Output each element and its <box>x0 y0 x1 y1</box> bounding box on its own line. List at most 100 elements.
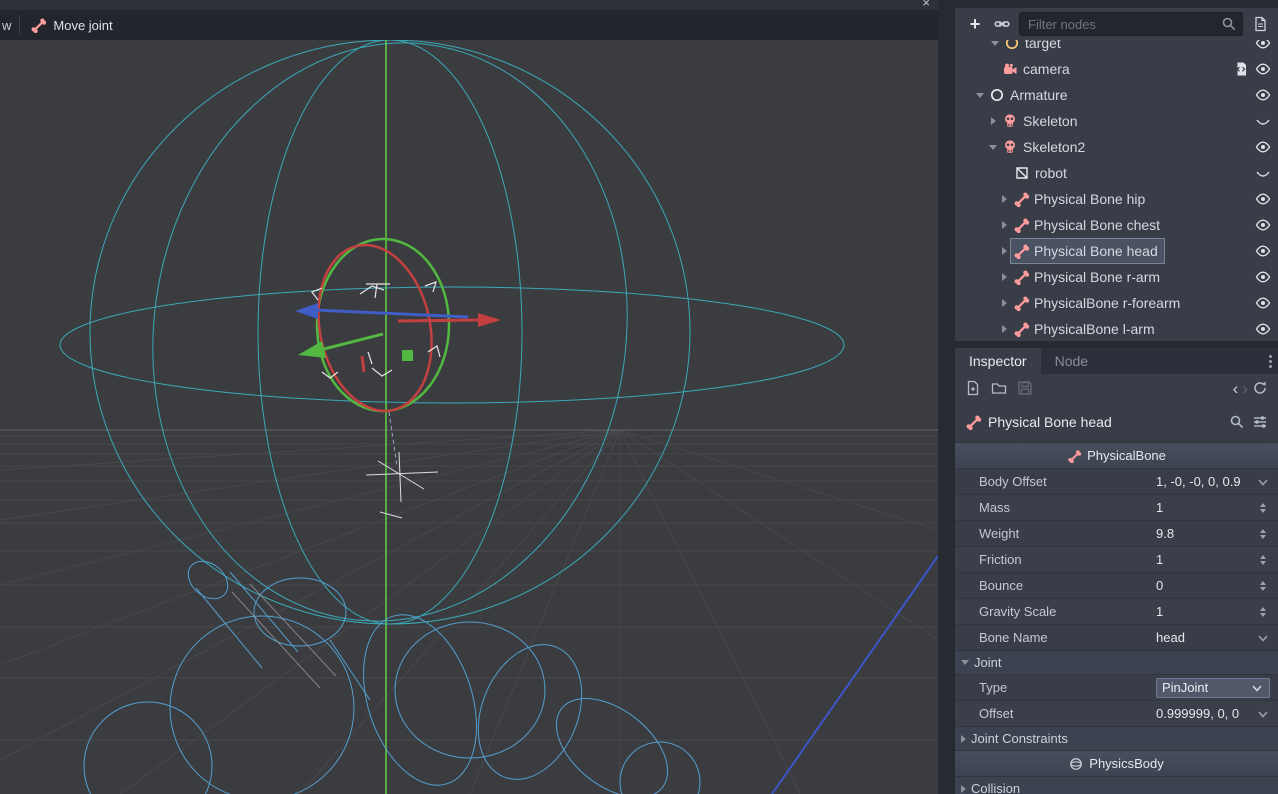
tree-row-physical-bone-head[interactable]: Physical Bone head <box>955 238 1278 264</box>
new-resource-button[interactable] <box>965 380 981 396</box>
dropdown-value: PinJoint <box>1162 680 1250 695</box>
attach-script-button[interactable] <box>1250 14 1270 34</box>
instance-scene-button[interactable] <box>992 14 1012 34</box>
category-physics-body[interactable]: PhysicsBody <box>955 750 1278 776</box>
spin-stepper-icon[interactable] <box>1256 503 1270 513</box>
link-icon <box>994 16 1010 32</box>
tab-inspector[interactable]: Inspector <box>955 348 1041 374</box>
tab-node[interactable]: Node <box>1041 348 1102 374</box>
eye-icon[interactable] <box>1255 295 1271 311</box>
eye-icon[interactable] <box>1255 87 1271 103</box>
sphere-wireframe <box>60 12 844 652</box>
eye-icon[interactable] <box>1255 243 1271 259</box>
plus-icon: + <box>970 15 981 33</box>
property-value[interactable]: 9.8 <box>1156 526 1256 541</box>
tree-row-camera[interactable]: camera <box>955 56 1278 82</box>
tree-row-physical-bone-hip[interactable]: Physical Bone hip <box>955 186 1278 212</box>
tree-row-physical-bone-r-arm[interactable]: Physical Bone r-arm <box>955 264 1278 290</box>
eye-closed-icon[interactable] <box>1255 113 1271 129</box>
spin-stepper-icon[interactable] <box>1256 581 1270 591</box>
section-joint[interactable]: Joint <box>955 650 1278 674</box>
spin-stepper-icon[interactable] <box>1256 529 1270 539</box>
spin-stepper-icon[interactable] <box>1256 555 1270 565</box>
property-value[interactable]: 1 <box>1156 500 1256 515</box>
property-label: Bone Name <box>979 630 1156 645</box>
property-label: Gravity Scale <box>979 604 1156 619</box>
chevron-right-icon[interactable] <box>997 299 1011 307</box>
history-forward-button[interactable]: › <box>1242 380 1248 397</box>
tree-row-physicalbone-l-arm[interactable]: PhysicalBone l-arm <box>955 316 1278 341</box>
node-label: robot <box>1035 165 1067 181</box>
chevron-down-icon[interactable] <box>1256 475 1270 489</box>
section-collision[interactable]: Collision <box>955 776 1278 794</box>
floor-grid <box>0 430 938 794</box>
node-label: PhysicalBone r-forearm <box>1034 295 1180 311</box>
eye-icon[interactable] <box>1255 139 1271 155</box>
section-joint-constraints[interactable]: Joint Constraints <box>955 726 1278 750</box>
chevron-down-icon[interactable] <box>986 145 1000 150</box>
property-label: Weight <box>979 526 1156 541</box>
eye-icon[interactable] <box>1255 217 1271 233</box>
tune-options-icon[interactable] <box>1252 414 1268 430</box>
property-value[interactable]: head <box>1156 630 1256 645</box>
property-value[interactable]: 0.999999, 0, 0 <box>1156 706 1256 721</box>
viewport-3d[interactable]: × w Move joint <box>0 0 938 794</box>
property-value[interactable]: 0 <box>1156 578 1256 593</box>
chevron-down-icon[interactable] <box>1256 631 1270 645</box>
property-value[interactable]: 1 <box>1156 604 1256 619</box>
eye-icon[interactable] <box>1255 191 1271 207</box>
dock-menu-icon[interactable] <box>1269 355 1272 368</box>
scene-tree: target camera Armature Skele <box>955 30 1278 341</box>
tree-row-physicalbone-r-forearm[interactable]: PhysicalBone r-forearm <box>955 290 1278 316</box>
search-properties-icon[interactable] <box>1229 414 1245 430</box>
eye-icon[interactable] <box>1255 61 1271 77</box>
property-value[interactable]: 1 <box>1156 552 1256 567</box>
property-row-joint-offset: Offset 0.999999, 0, 0 <box>955 700 1278 726</box>
property-value[interactable]: 1, -0, -0, 0, 0.9 <box>1156 474 1256 489</box>
tree-row-physical-bone-chest[interactable]: Physical Bone chest <box>955 212 1278 238</box>
bone-icon <box>1013 217 1029 233</box>
attach-script-icon <box>1252 16 1268 32</box>
scene-tree-toolbar: + <box>955 8 1278 40</box>
bone-icon <box>1013 191 1029 207</box>
tree-row-armature[interactable]: Armature <box>955 82 1278 108</box>
load-resource-button[interactable] <box>991 380 1007 396</box>
chevron-right-icon[interactable] <box>986 117 1000 125</box>
tree-row-skeleton[interactable]: Skeleton <box>955 108 1278 134</box>
chevron-down-icon[interactable] <box>973 93 987 98</box>
chevron-right-icon <box>961 785 966 793</box>
joint-type-dropdown[interactable]: PinJoint <box>1156 678 1270 698</box>
property-label: Bounce <box>979 578 1156 593</box>
chevron-right-icon[interactable] <box>997 273 1011 281</box>
category-physical-bone[interactable]: PhysicalBone <box>955 442 1278 468</box>
bone-icon <box>1013 243 1029 259</box>
filter-nodes-input[interactable] <box>1019 12 1243 36</box>
property-row-joint-type: Type PinJoint <box>955 674 1278 700</box>
z-axis-line <box>772 556 938 794</box>
chevron-down-icon[interactable] <box>988 41 1002 46</box>
chevron-right-icon[interactable] <box>997 195 1011 203</box>
save-resource-button[interactable] <box>1017 380 1033 396</box>
chevron-right-icon[interactable] <box>997 247 1011 255</box>
skeleton-icon <box>1002 113 1018 129</box>
inspector-object-header: Physical Bone head <box>955 402 1278 442</box>
history-nav: ‹ › <box>1233 380 1268 397</box>
property-label: Type <box>979 680 1156 695</box>
eye-closed-icon[interactable] <box>1255 165 1271 181</box>
property-row-friction: Friction 1 <box>955 546 1278 572</box>
history-back-button[interactable]: ‹ <box>1233 380 1239 397</box>
object-name: Physical Bone head <box>988 414 1222 430</box>
add-node-button[interactable]: + <box>965 14 985 34</box>
script-icon[interactable] <box>1233 61 1249 77</box>
chevron-down-icon[interactable] <box>1256 707 1270 721</box>
tree-row-skeleton2[interactable]: Skeleton2 <box>955 134 1278 160</box>
spin-stepper-icon[interactable] <box>1256 607 1270 617</box>
close-icon[interactable]: × <box>922 0 930 9</box>
chevron-right-icon[interactable] <box>997 221 1011 229</box>
eye-icon[interactable] <box>1255 321 1271 337</box>
joint-link-line <box>389 412 397 466</box>
object-history-button[interactable] <box>1252 380 1268 396</box>
chevron-right-icon[interactable] <box>997 325 1011 333</box>
tree-row-robot[interactable]: robot <box>955 160 1278 186</box>
eye-icon[interactable] <box>1255 269 1271 285</box>
